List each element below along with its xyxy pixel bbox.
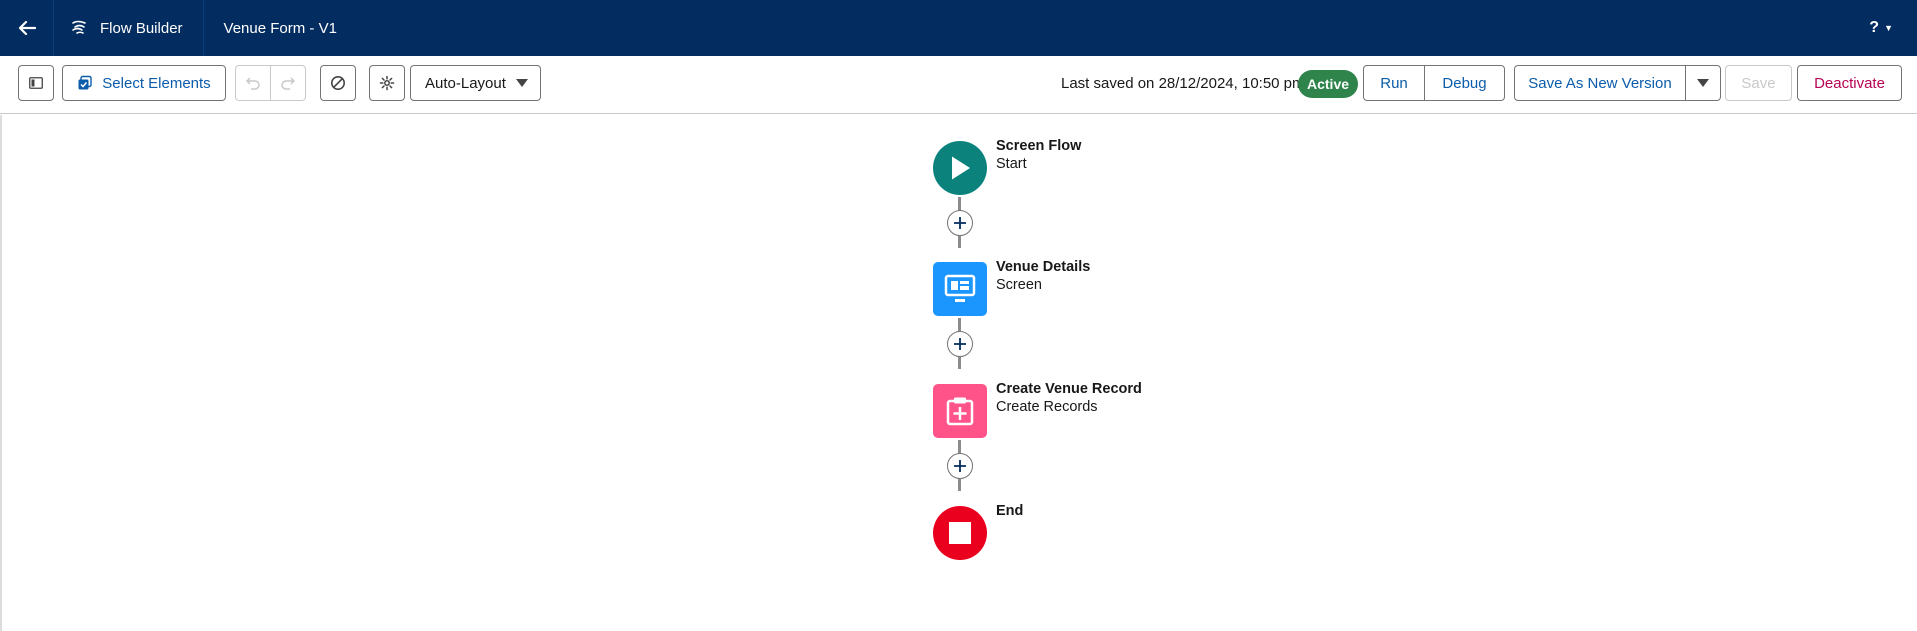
save-as-new-version-button[interactable]: Save As New Version xyxy=(1514,65,1686,101)
deactivate-label: Deactivate xyxy=(1814,74,1885,92)
ban-icon xyxy=(331,76,345,90)
debug-label: Debug xyxy=(1442,74,1487,92)
create-records-node[interactable] xyxy=(933,384,987,438)
end-node[interactable] xyxy=(933,506,987,560)
node-name: Venue Details xyxy=(996,259,1091,275)
settings-button[interactable] xyxy=(369,65,405,101)
flow-canvas: Screen Flow Start Venue Details Screen C… xyxy=(0,115,1917,631)
last-saved-text: Last saved on 28/12/2024, 10:50 pm xyxy=(1061,75,1305,92)
gear-icon xyxy=(379,75,395,91)
select-elements-label: Select Elements xyxy=(102,74,211,92)
deactivate-button[interactable]: Deactivate xyxy=(1797,65,1902,101)
toggle-panel-button[interactable] xyxy=(18,65,54,101)
app-header: Flow Builder Venue Form - V1 ? ▼ xyxy=(0,0,1917,56)
screen-icon xyxy=(944,274,976,302)
start-node[interactable] xyxy=(933,141,987,195)
checkbox-icon xyxy=(78,75,92,90)
arrow-left-icon xyxy=(18,20,36,36)
end-node-label: End xyxy=(996,502,1023,520)
debug-button[interactable]: Debug xyxy=(1424,65,1505,101)
caret-down-icon xyxy=(516,79,528,87)
save-as-new-version-label: Save As New Version xyxy=(1528,74,1672,92)
node-name: Create Venue Record xyxy=(996,381,1142,397)
create-records-node-label: Create Venue Record Create Records xyxy=(996,380,1142,416)
create-record-icon xyxy=(946,397,974,426)
layout-select-value: Auto-Layout xyxy=(425,74,506,92)
play-icon xyxy=(952,156,970,180)
plus-icon xyxy=(954,460,966,472)
help-menu-button[interactable]: ? ▼ xyxy=(1869,0,1893,56)
flow-title: Venue Form - V1 xyxy=(223,19,337,37)
node-type: Create Records xyxy=(996,399,1098,415)
app-name: Flow Builder xyxy=(54,0,204,56)
add-element-button[interactable] xyxy=(947,210,973,236)
toolbar: Select Elements Auto-Layout Last saved o… xyxy=(0,56,1917,114)
status-badge: Active xyxy=(1298,70,1359,98)
run-label: Run xyxy=(1380,74,1408,92)
add-element-button[interactable] xyxy=(947,331,973,357)
select-elements-button[interactable]: Select Elements xyxy=(62,65,226,101)
flow-icon xyxy=(70,19,88,37)
node-type: Start xyxy=(996,156,1027,172)
app-name-label: Flow Builder xyxy=(100,19,183,37)
screen-node[interactable] xyxy=(933,262,987,316)
save-button[interactable]: Save xyxy=(1725,65,1792,101)
plus-icon xyxy=(954,217,966,229)
back-button[interactable] xyxy=(0,0,54,56)
layout-select[interactable]: Auto-Layout xyxy=(410,65,541,101)
help-icon: ? xyxy=(1869,19,1880,36)
block-button[interactable] xyxy=(320,65,356,101)
screen-node-label: Venue Details Screen xyxy=(996,258,1090,294)
panel-icon xyxy=(29,77,43,89)
node-name: End xyxy=(996,503,1024,519)
undo-icon xyxy=(245,77,260,90)
save-options-menu-button[interactable] xyxy=(1685,65,1721,101)
undo-button[interactable] xyxy=(235,65,271,101)
node-type: Screen xyxy=(996,277,1042,293)
plus-icon xyxy=(954,338,966,350)
add-element-button[interactable] xyxy=(947,453,973,479)
caret-down-icon xyxy=(1697,79,1709,87)
redo-button[interactable] xyxy=(270,65,306,101)
stop-icon xyxy=(949,522,971,544)
run-button[interactable]: Run xyxy=(1363,65,1425,101)
redo-icon xyxy=(281,77,296,90)
node-name: Screen Flow xyxy=(996,138,1082,154)
start-node-label: Screen Flow Start xyxy=(996,137,1081,173)
save-label: Save xyxy=(1741,74,1776,92)
caret-down-icon: ▼ xyxy=(1884,23,1893,33)
